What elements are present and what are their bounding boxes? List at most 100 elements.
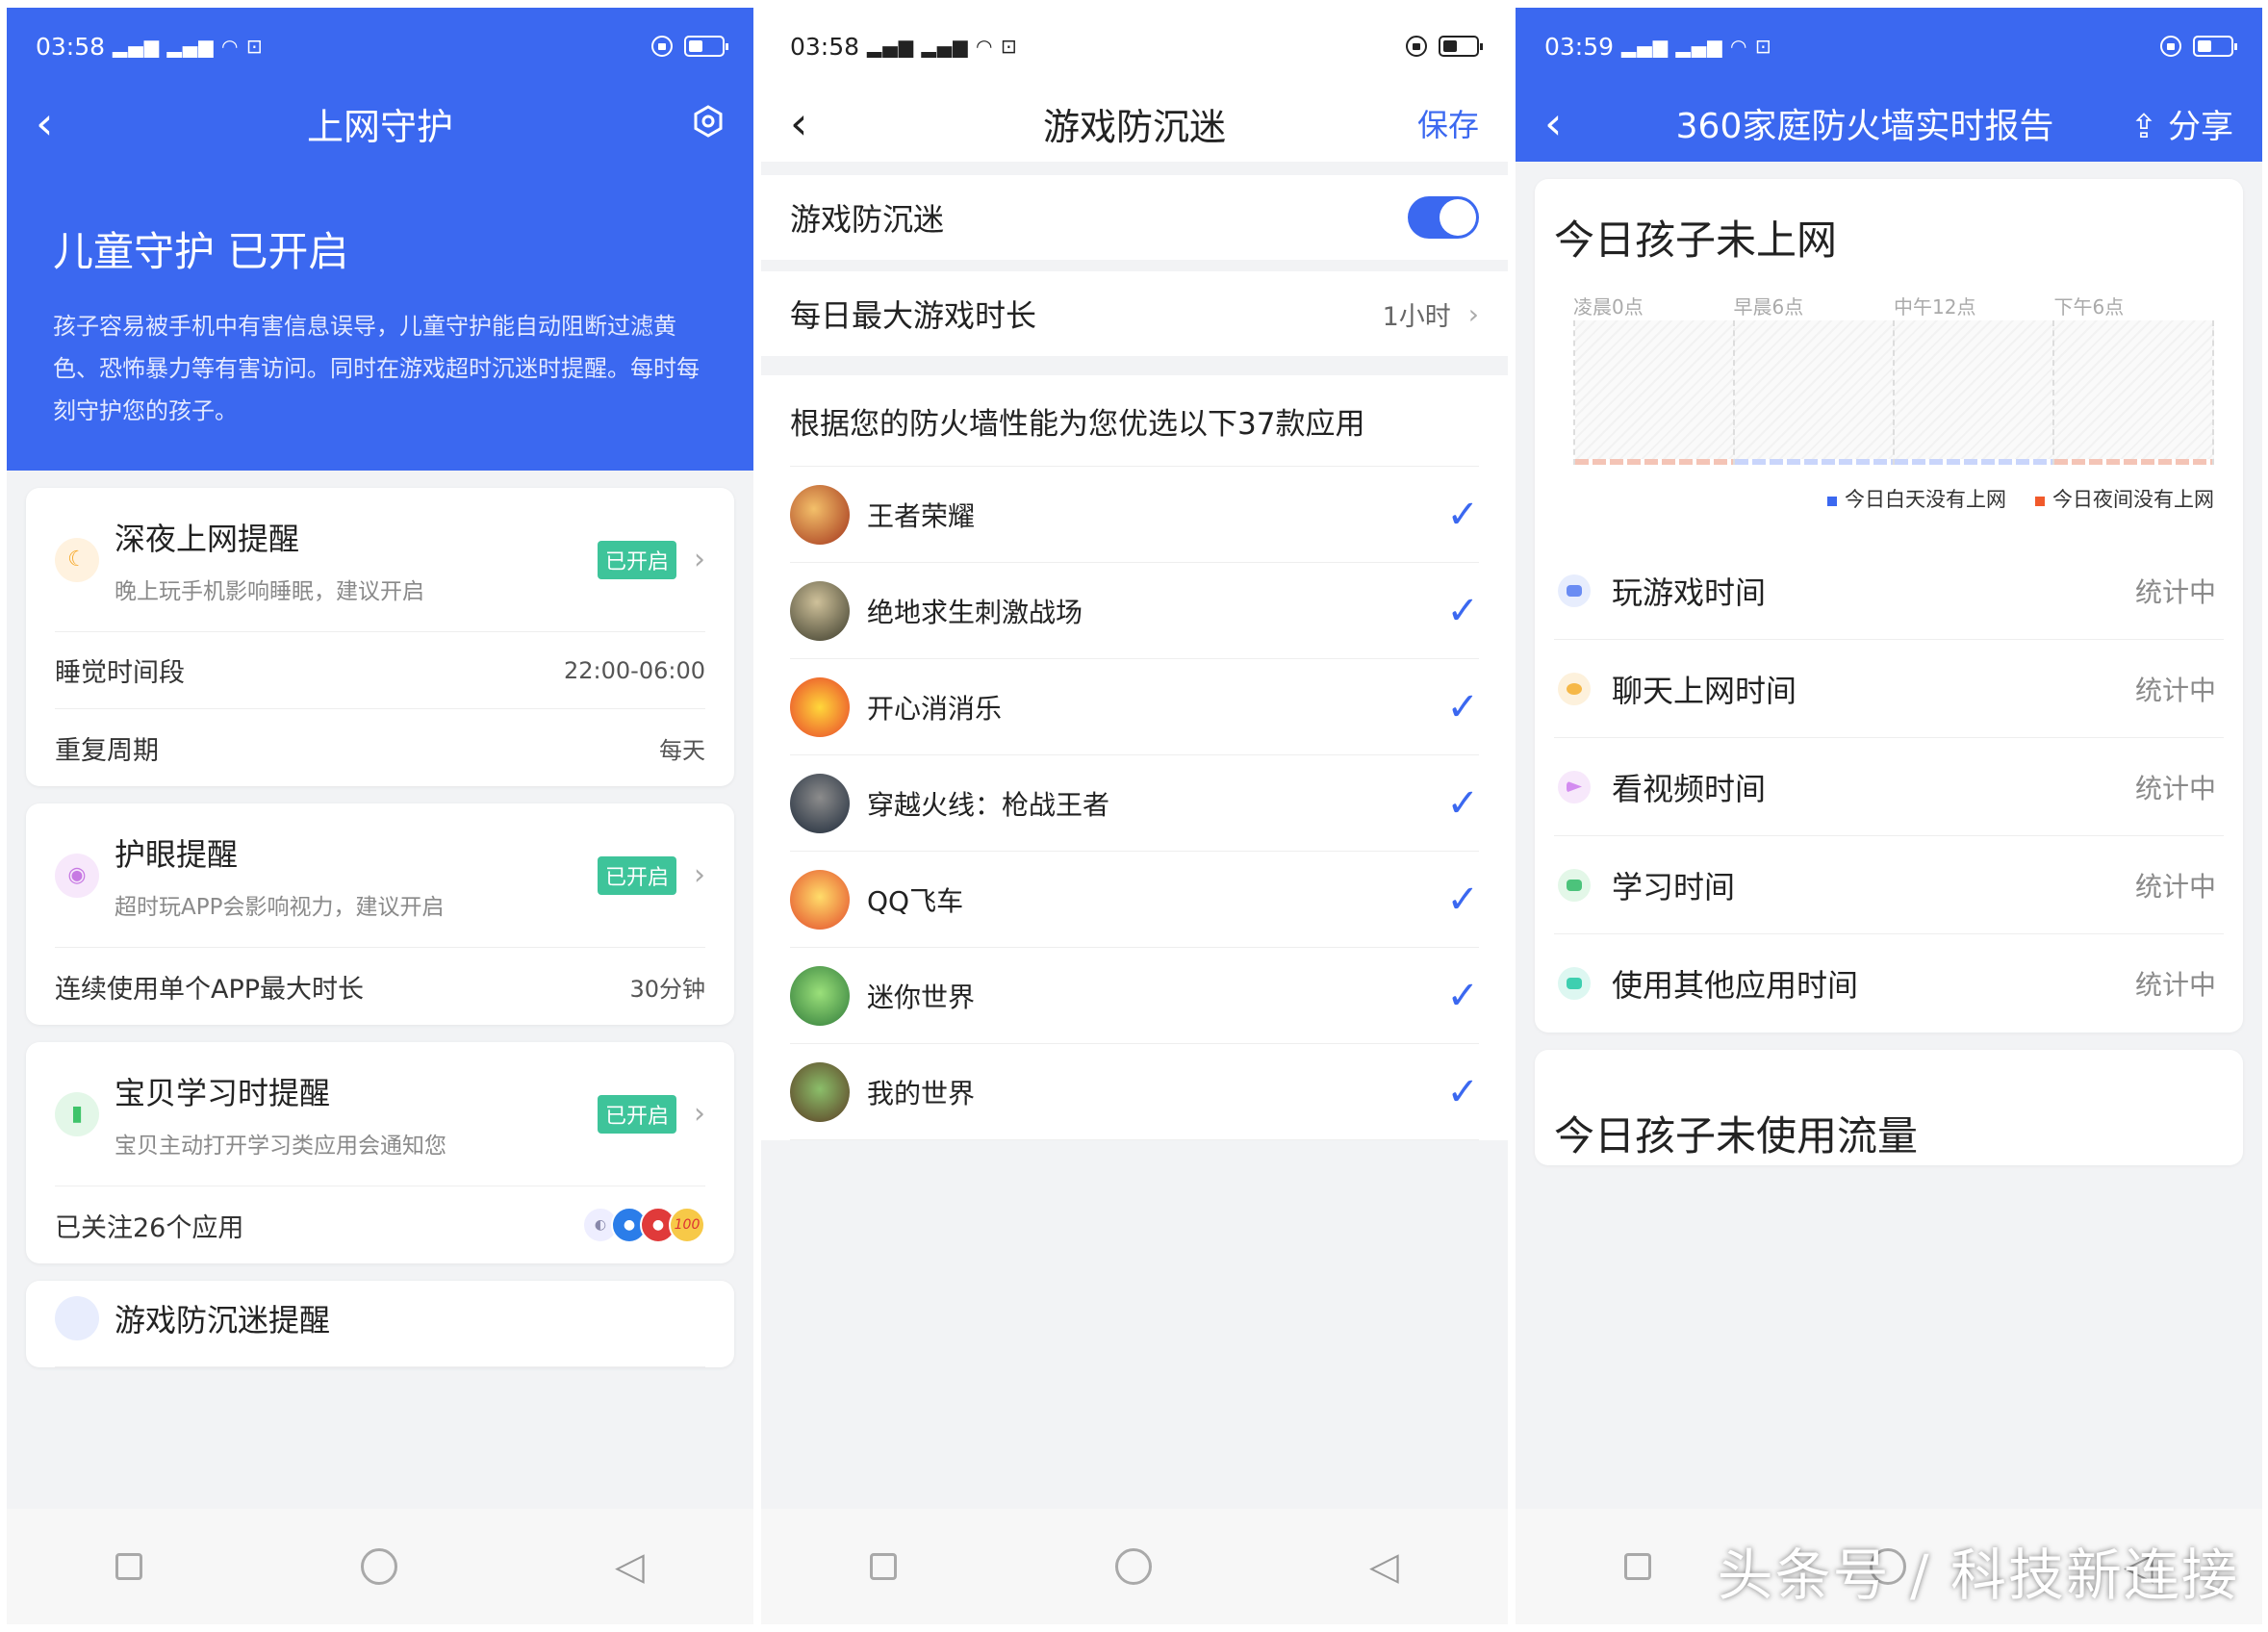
activity-chart: 凌晨0点 早晨6点 中午12点 下午6点 今日白天没有上网 今日夜间没有上网 (1573, 292, 2214, 542)
check-icon[interactable]: ✓ (1446, 878, 1479, 922)
settings-icon[interactable] (692, 105, 725, 141)
list-item[interactable]: 迷你世界 ✓ (790, 948, 1479, 1044)
list-item[interactable]: QQ飞车 ✓ (790, 852, 1479, 948)
moon-icon: ☾ (55, 537, 99, 582)
stat-value: 统计中 (2134, 969, 2216, 1001)
nav-bar: ‹ 上网守护 (7, 85, 753, 162)
stat-row-other[interactable]: 使用其他应用时间 统计中 (1554, 934, 2224, 1033)
eye-icon: ◉ (55, 853, 99, 898)
app-icon (790, 484, 850, 545)
app-icon (790, 965, 850, 1026)
time-slot-label: 下午6点 (2053, 295, 2125, 319)
chevron-right-icon: › (694, 543, 705, 576)
row-label: 重复周期 (55, 735, 159, 766)
list-item[interactable]: 我的世界 ✓ (790, 1044, 1479, 1140)
hero-description: 孩子容易被手机中有害信息误导，儿童守护能自动阻断过滤黄色、恐怖暴力等有害访问。同… (53, 313, 700, 424)
status-time: 03:58 (790, 32, 860, 61)
stat-row-games[interactable]: 玩游戏时间 统计中 (1554, 542, 2224, 640)
report-title: 今日孩子未上网 (1554, 217, 1838, 264)
page-title: 游戏防沉迷 (1042, 105, 1226, 148)
time-slot-label: 凌晨0点 (1573, 295, 1644, 319)
status-badge: 已开启 (597, 1094, 676, 1134)
back-icon[interactable]: ‹ (36, 101, 74, 145)
check-icon[interactable]: ✓ (1446, 493, 1479, 537)
chevron-right-icon: › (694, 1097, 705, 1131)
status-time: 03:58 (36, 32, 106, 61)
recent-apps-button[interactable] (870, 1553, 898, 1580)
app-list-header: 根据您的防火墙性能为您优选以下37款应用 (790, 375, 1479, 467)
row-value: 30分钟 (629, 975, 705, 1003)
status-bar: 03:58 ▂▄▆ ▂▄▆ ◠ ⊡ (761, 8, 1508, 85)
game-icon (55, 1296, 99, 1340)
card-title: 游戏防沉迷提醒 (115, 1302, 331, 1339)
card-game-addiction[interactable]: 游戏防沉迷提醒 (26, 1281, 734, 1367)
list-item[interactable]: 王者荣耀 ✓ (790, 467, 1479, 563)
row-label: 连续使用单个APP最大时长 (55, 974, 365, 1005)
stat-label: 使用其他应用时间 (1612, 967, 1859, 1004)
stat-row-study[interactable]: 学习时间 统计中 (1554, 836, 2224, 934)
nav-bar: ‹ 游戏防沉迷 保存 (761, 85, 1508, 162)
signal-icon: ▂▄▆ ▂▄▆ ◠ ⊡ (113, 35, 264, 58)
list-item[interactable]: 绝地求生刺激战场 ✓ (790, 563, 1479, 659)
toggle-label: 游戏防沉迷 (790, 201, 945, 238)
setting-row[interactable]: 重复周期 每天 (55, 709, 705, 786)
card-study[interactable]: ▮ 宝贝学习时提醒 宝贝主动打开学习类应用会通知您 已开启 › 已关注26个应用… (26, 1042, 734, 1263)
battery-icon (1439, 36, 1483, 57)
setting-row[interactable]: 已关注26个应用 ◐ ● ● 100 (55, 1186, 705, 1263)
card-eye-care[interactable]: ◉ 护眼提醒 超时玩APP会影响视力，建议开启 已开启 › 连续使用单个APP最… (26, 803, 734, 1025)
recent-apps-button[interactable] (1624, 1553, 1652, 1580)
share-button[interactable]: ⇪ 分享 (2130, 100, 2233, 147)
back-button[interactable]: ◁ (1369, 1544, 1399, 1589)
check-icon[interactable]: ✓ (1446, 589, 1479, 633)
share-label: 分享 (2168, 107, 2233, 146)
anti-addiction-toggle-row[interactable]: 游戏防沉迷 (761, 175, 1508, 260)
app-icon (790, 580, 850, 641)
time-axis: 凌晨0点 早晨6点 中午12点 下午6点 (1573, 292, 2214, 319)
status-bar: 03:59 ▂▄▆ ▂▄▆ ◠ ⊡ (1516, 8, 2262, 85)
save-button[interactable]: 保存 (1417, 101, 1479, 145)
setting-row[interactable]: 连续使用单个APP最大时长 30分钟 (55, 948, 705, 1025)
list-item[interactable]: 开心消消乐 ✓ (790, 659, 1479, 755)
back-icon[interactable]: ‹ (1544, 101, 1583, 145)
stat-value: 统计中 (2134, 575, 2216, 608)
app-icon (790, 773, 850, 833)
app-name: 绝地求生刺激战场 (867, 596, 1083, 628)
stat-row-chat[interactable]: 聊天上网时间 统计中 (1554, 640, 2224, 738)
recent-apps-button[interactable] (115, 1553, 143, 1580)
status-bar: 03:58 ▂▄▆ ▂▄▆ ◠ ⊡ (7, 8, 753, 85)
card-title: 护眼提醒 (115, 835, 239, 873)
signal-icon: ▂▄▆ ▂▄▆ ◠ ⊡ (1621, 35, 1772, 58)
legend-day: 今日白天没有上网 (1827, 484, 2006, 513)
stat-row-video[interactable]: 看视频时间 统计中 (1554, 738, 2224, 836)
page-title: 上网守护 (306, 105, 453, 148)
check-icon[interactable]: ✓ (1446, 1070, 1479, 1114)
check-icon[interactable]: ✓ (1446, 685, 1479, 729)
back-button[interactable]: ◁ (615, 1544, 645, 1589)
list-item[interactable]: 穿越火线：枪战王者 ✓ (790, 755, 1479, 852)
guard-hero: 儿童守护 已开启 孩子容易被手机中有害信息误导，儿童守护能自动阻断过滤黄色、恐怖… (7, 162, 753, 471)
check-icon[interactable]: ✓ (1446, 974, 1479, 1018)
battery-icon (684, 36, 728, 57)
home-button[interactable] (1114, 1548, 1152, 1585)
row-label: 已关注26个应用 (55, 1212, 244, 1243)
book-icon (1558, 868, 1591, 902)
app-icon (790, 1061, 850, 1122)
app-name: 迷你世界 (867, 981, 976, 1013)
share-icon: ⇪ (2129, 107, 2158, 146)
home-button[interactable] (360, 1548, 397, 1585)
app-logo-100: 100 (669, 1207, 705, 1243)
lock-icon (2160, 36, 2181, 57)
blue-header: 03:58 ▂▄▆ ▂▄▆ ◠ ⊡ ‹ 上网守护 (7, 8, 753, 162)
chevron-right-icon: › (1467, 297, 1479, 330)
night-slot (2054, 320, 2214, 465)
status-badge: 已开启 (597, 855, 676, 895)
hero-title: 儿童守护 已开启 (53, 228, 349, 275)
setting-row[interactable]: 睡觉时间段 22:00-06:00 (55, 632, 705, 709)
time-slot-label: 中午12点 (1894, 295, 1976, 319)
max-game-time-row[interactable]: 每日最大游戏时长 1小时 › (761, 271, 1508, 356)
back-icon[interactable]: ‹ (790, 101, 828, 145)
anti-addiction-toggle[interactable] (1408, 196, 1479, 239)
gamepad-icon (1558, 574, 1591, 607)
card-late-night[interactable]: ☾ 深夜上网提醒 晚上玩手机影响睡眠，建议开启 已开启 › 睡觉时间段 22:00… (26, 488, 734, 786)
check-icon[interactable]: ✓ (1446, 781, 1479, 826)
